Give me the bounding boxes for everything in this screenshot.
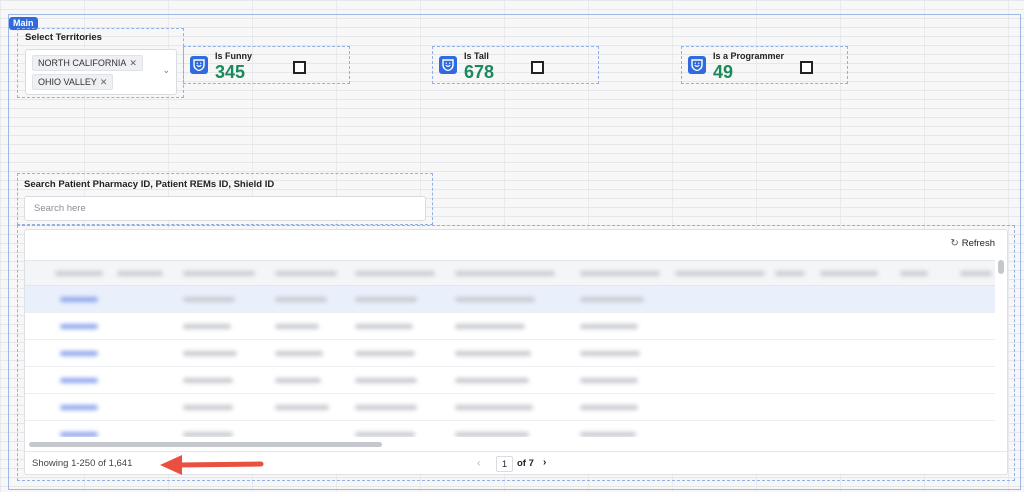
kpi-checkbox[interactable] bbox=[293, 61, 306, 74]
table-grid bbox=[25, 260, 995, 437]
kpi-card-is-a-programmer: Is a Programmer 49 bbox=[681, 46, 848, 84]
close-icon[interactable]: ✕ bbox=[100, 77, 108, 87]
row-count-text: Showing 1-250 of 1,641 bbox=[32, 458, 133, 469]
data-table: ↻ Refresh Showing 1-250 of 1,641 ‹ 1 of … bbox=[24, 229, 1008, 475]
refresh-icon: ↻ bbox=[950, 238, 959, 249]
table-header-row bbox=[25, 261, 995, 286]
table-row[interactable] bbox=[25, 313, 995, 340]
smiley-shield-icon bbox=[190, 56, 208, 74]
territory-chip-label: OHIO VALLEY bbox=[38, 77, 97, 87]
kpi-value: 49 bbox=[713, 62, 734, 82]
kpi-value: 345 bbox=[215, 62, 246, 82]
kpi-title: Is Tall bbox=[464, 51, 489, 61]
kpi-value: 678 bbox=[464, 62, 495, 82]
territories-select[interactable]: NORTH CALIFORNIA ✕ OHIO VALLEY ✕ ⌄ bbox=[25, 49, 177, 95]
page-total: of 7 bbox=[517, 458, 534, 469]
kpi-card-is-funny: Is Funny 345 bbox=[183, 46, 350, 84]
table-row[interactable] bbox=[25, 421, 995, 437]
chevron-down-icon[interactable]: ⌄ bbox=[162, 65, 170, 76]
chevron-left-icon[interactable]: ‹ bbox=[477, 458, 480, 469]
kpi-checkbox[interactable] bbox=[531, 61, 544, 74]
table-row[interactable] bbox=[25, 340, 995, 367]
smiley-shield-icon bbox=[439, 56, 457, 74]
page-number-input[interactable]: 1 bbox=[496, 456, 513, 472]
table-row[interactable] bbox=[25, 286, 995, 313]
table-row[interactable] bbox=[25, 367, 995, 394]
search-input[interactable] bbox=[24, 196, 426, 221]
annotation-arrow-icon bbox=[160, 455, 264, 475]
territory-chip: NORTH CALIFORNIA ✕ bbox=[32, 55, 143, 71]
table-row[interactable] bbox=[25, 394, 995, 421]
vertical-scrollbar[interactable] bbox=[997, 260, 1004, 436]
kpi-checkbox[interactable] bbox=[800, 61, 813, 74]
territory-chip: OHIO VALLEY ✕ bbox=[32, 74, 114, 90]
kpi-card-is-tall: Is Tall 678 bbox=[432, 46, 599, 84]
kpi-title: Is a Programmer bbox=[713, 51, 785, 61]
territory-chip-label: NORTH CALIFORNIA bbox=[38, 58, 127, 68]
close-icon[interactable]: ✕ bbox=[129, 58, 137, 68]
territories-label: Select Territories bbox=[25, 32, 102, 43]
refresh-button[interactable]: ↻ Refresh bbox=[950, 238, 995, 249]
horizontal-scrollbar[interactable] bbox=[29, 442, 382, 447]
kpi-title: Is Funny bbox=[215, 51, 253, 61]
chevron-right-icon[interactable]: › bbox=[543, 457, 546, 468]
search-label: Search Patient Pharmacy ID, Patient REMs… bbox=[24, 179, 275, 190]
refresh-label: Refresh bbox=[961, 238, 995, 249]
smiley-shield-icon bbox=[688, 56, 706, 74]
